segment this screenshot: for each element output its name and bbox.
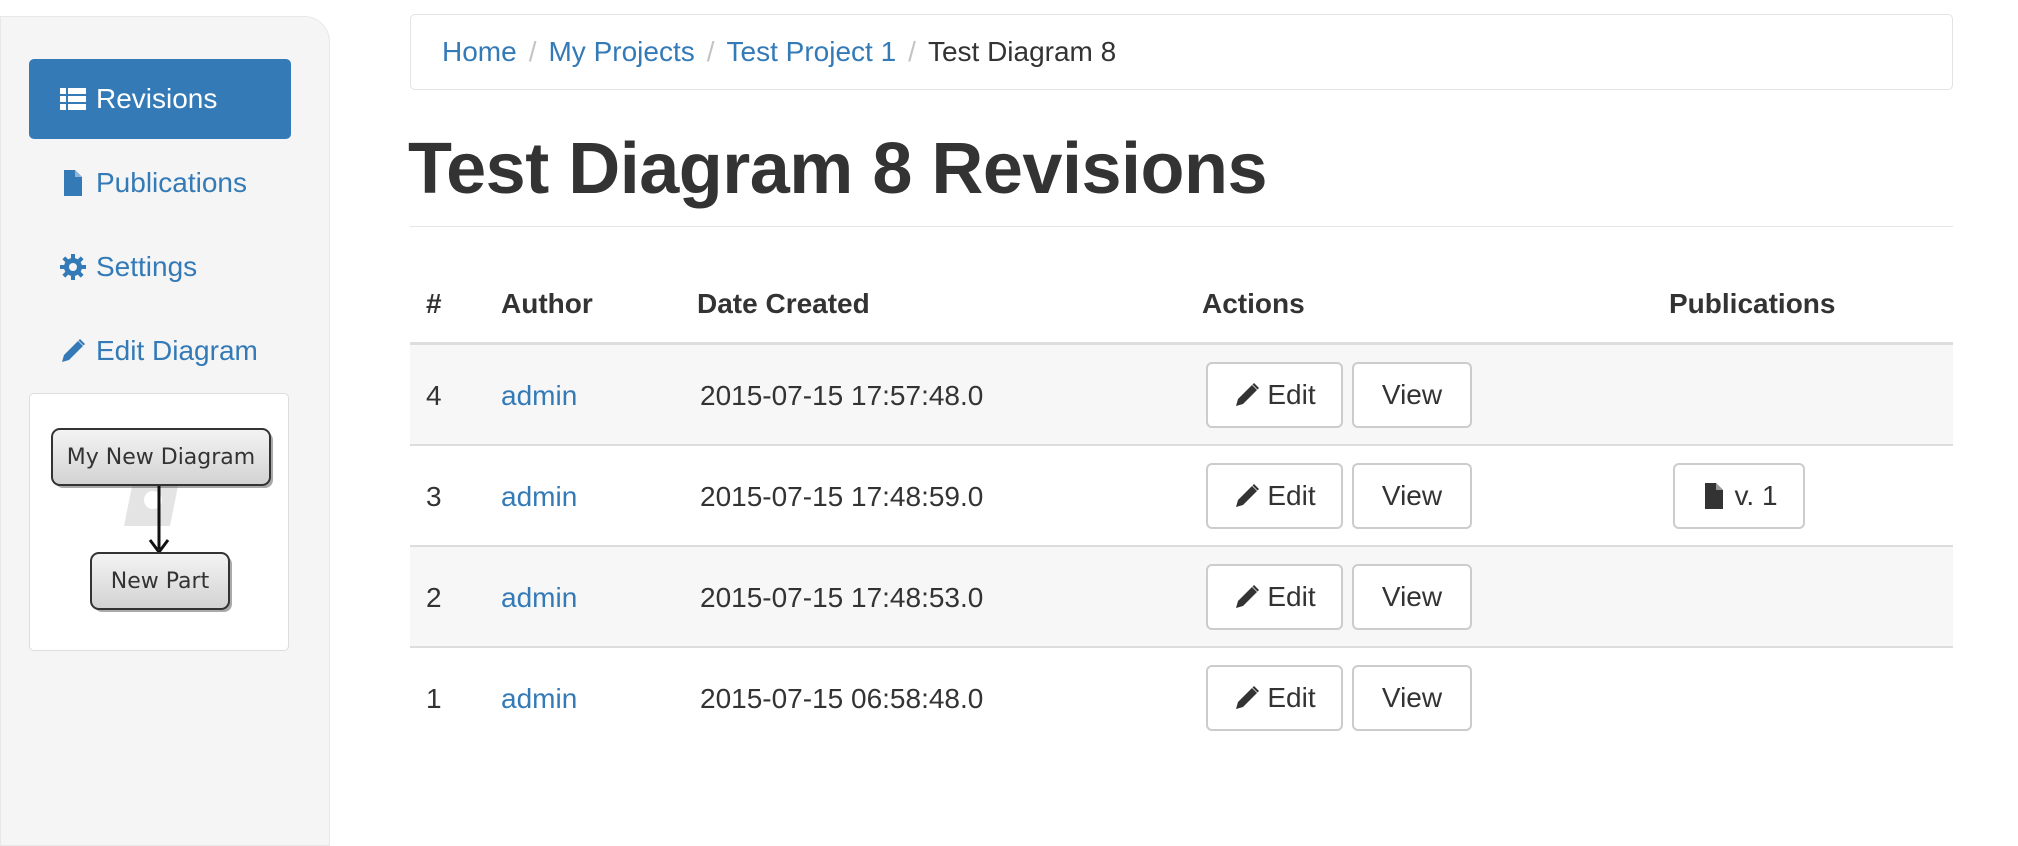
diagram-thumbnail[interactable]: My New Diagram New Part bbox=[29, 393, 289, 651]
table-row: 4 admin 2015-07-15 17:57:48.0 Edit View bbox=[410, 345, 1953, 446]
list-icon bbox=[58, 84, 88, 114]
date-created: 2015-07-15 06:58:48.0 bbox=[700, 682, 984, 714]
column-header-publications: Publications bbox=[1669, 288, 1836, 319]
pencil-icon bbox=[1236, 686, 1260, 709]
column-header-number: # bbox=[426, 288, 442, 319]
thumbnail-node-label: New Part bbox=[110, 568, 210, 594]
sidebar-item-revisions[interactable]: Revisions bbox=[29, 59, 291, 139]
view-button[interactable]: View bbox=[1352, 463, 1472, 529]
table-header: # Author Date Created Actions Publicatio… bbox=[410, 272, 1953, 345]
edit-button[interactable]: Edit bbox=[1206, 463, 1343, 529]
author-link[interactable]: admin bbox=[501, 380, 577, 412]
sidebar-item-settings[interactable]: Settings bbox=[29, 227, 291, 307]
file-icon bbox=[58, 168, 88, 198]
breadcrumb-current: Test Diagram 8 bbox=[927, 36, 1117, 67]
view-button[interactable]: View bbox=[1352, 362, 1472, 428]
breadcrumb-test-project[interactable]: Test Project 1 bbox=[727, 36, 897, 68]
table-row: 3 admin 2015-07-15 17:48:59.0 Edit View … bbox=[410, 446, 1953, 547]
revision-number: 4 bbox=[426, 379, 442, 411]
pencil-icon bbox=[58, 336, 88, 366]
revisions-table: # Author Date Created Actions Publicatio… bbox=[410, 272, 1953, 749]
view-button-label: View bbox=[1381, 480, 1443, 511]
edit-button-label: Edit bbox=[1267, 379, 1316, 410]
sidebar-item-publications[interactable]: Publications bbox=[29, 143, 291, 223]
column-header-author[interactable]: Author bbox=[501, 288, 593, 320]
sidebar: Revisions Publications Settings Edit Dia… bbox=[0, 16, 330, 846]
thumbnail-node-label: My New Diagram bbox=[66, 444, 256, 470]
sidebar-item-label: Publications bbox=[96, 167, 247, 198]
pencil-icon bbox=[1236, 383, 1260, 406]
page-title: Test Diagram 8 Revisions bbox=[408, 129, 1268, 209]
sidebar-item-edit-diagram[interactable]: Edit Diagram bbox=[29, 311, 291, 391]
column-header-actions: Actions bbox=[1202, 288, 1305, 319]
edit-button-label: Edit bbox=[1267, 480, 1316, 511]
sidebar-item-label: Edit Diagram bbox=[96, 335, 258, 366]
revision-number: 2 bbox=[426, 581, 442, 613]
date-created: 2015-07-15 17:48:59.0 bbox=[700, 480, 984, 512]
view-button-label: View bbox=[1381, 379, 1443, 410]
pencil-icon bbox=[1236, 484, 1260, 507]
view-button-label: View bbox=[1381, 581, 1443, 612]
date-created: 2015-07-15 17:48:53.0 bbox=[700, 581, 984, 613]
table-row: 1 admin 2015-07-15 06:58:48.0 Edit View bbox=[410, 648, 1953, 749]
date-created: 2015-07-15 17:57:48.0 bbox=[700, 379, 984, 411]
breadcrumb-separator: / bbox=[706, 36, 715, 67]
breadcrumb-home[interactable]: Home bbox=[442, 36, 517, 68]
breadcrumb-my-projects[interactable]: My Projects bbox=[548, 36, 694, 68]
column-header-date[interactable]: Date Created bbox=[697, 288, 870, 320]
sidebar-item-label: Settings bbox=[96, 251, 198, 282]
table-row: 2 admin 2015-07-15 17:48:53.0 Edit View bbox=[410, 547, 1953, 648]
view-button[interactable]: View bbox=[1352, 665, 1472, 731]
edit-button-label: Edit bbox=[1267, 682, 1316, 713]
author-link[interactable]: admin bbox=[501, 582, 577, 614]
edit-button[interactable]: Edit bbox=[1206, 665, 1343, 731]
breadcrumb-separator: / bbox=[528, 36, 537, 67]
file-icon bbox=[1705, 483, 1724, 509]
publication-version-label: v. 1 bbox=[1734, 480, 1778, 511]
sidebar-item-label: Revisions bbox=[96, 83, 218, 114]
revision-number: 3 bbox=[426, 480, 442, 512]
edit-button[interactable]: Edit bbox=[1206, 564, 1343, 630]
author-link[interactable]: admin bbox=[501, 481, 577, 513]
view-button[interactable]: View bbox=[1352, 564, 1472, 630]
breadcrumb-separator: / bbox=[908, 36, 916, 67]
edit-button-label: Edit bbox=[1267, 581, 1316, 612]
title-divider bbox=[410, 226, 1953, 227]
author-link[interactable]: admin bbox=[501, 683, 577, 715]
pencil-icon bbox=[1236, 585, 1260, 608]
publication-button[interactable]: v. 1 bbox=[1673, 463, 1805, 529]
view-button-label: View bbox=[1381, 682, 1443, 713]
gear-icon bbox=[58, 252, 88, 282]
breadcrumb: Home / My Projects / Test Project 1 / Te… bbox=[410, 14, 1953, 90]
revision-number: 1 bbox=[426, 682, 442, 714]
edit-button[interactable]: Edit bbox=[1206, 362, 1343, 428]
